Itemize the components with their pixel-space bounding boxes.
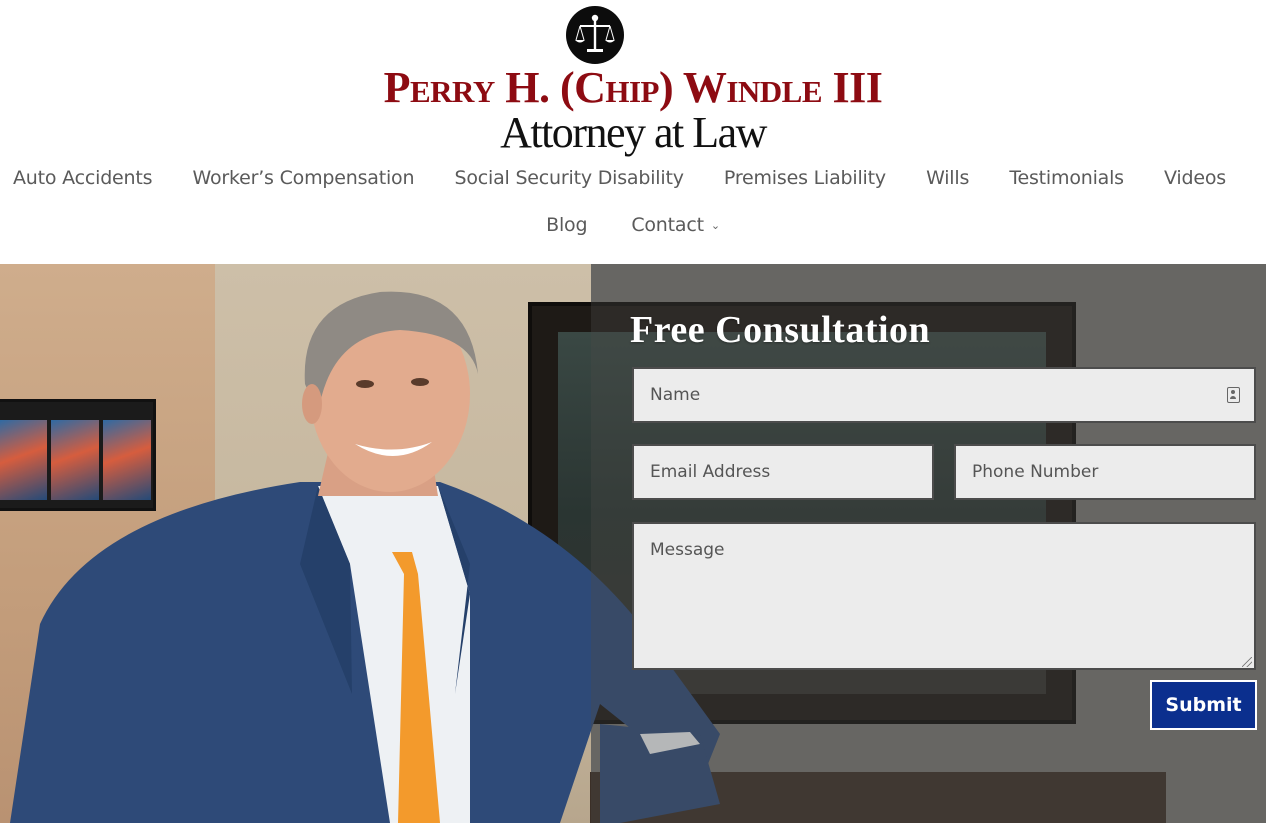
name-field[interactable] <box>632 367 1256 423</box>
nav-item-workers-compensation[interactable]: Worker’s Compensation <box>192 167 414 189</box>
nav-item-auto-accidents[interactable]: Auto Accidents <box>13 167 153 189</box>
email-field[interactable] <box>632 444 934 500</box>
nav-item-social-security-disability[interactable]: Social Security Disability <box>454 167 683 189</box>
nav-row-secondary: Blog Contact ⌄ <box>0 205 1266 245</box>
brand-name: Perry H. (Chip) Windle III <box>383 63 883 112</box>
site-header: Perry H. (Chip) Windle III Attorney at L… <box>0 0 1266 264</box>
form-title: Free Consultation <box>630 309 931 351</box>
contact-card-icon[interactable] <box>1227 387 1240 403</box>
nav-item-premises-liability[interactable]: Premises Liability <box>724 167 886 189</box>
nav-item-contact-label: Contact <box>631 214 704 236</box>
nav-item-wills[interactable]: Wills <box>926 167 969 189</box>
chevron-down-icon: ⌄ <box>710 219 720 232</box>
textarea-resize-handle[interactable] <box>1242 657 1252 667</box>
nav-item-videos[interactable]: Videos <box>1164 167 1226 189</box>
message-field[interactable] <box>632 522 1256 670</box>
phone-field[interactable] <box>954 444 1256 500</box>
scales-of-justice-icon <box>566 6 624 64</box>
nav-row-primary: Auto Accidents Worker’s Compensation Soc… <box>0 158 1266 198</box>
submit-button[interactable]: Submit <box>1150 680 1257 730</box>
nav-item-testimonials[interactable]: Testimonials <box>1009 167 1124 189</box>
nav-item-blog[interactable]: Blog <box>546 214 587 236</box>
brand-subtitle: Attorney at Law <box>500 108 767 157</box>
nav-item-contact[interactable]: Contact ⌄ <box>631 214 720 236</box>
site-logo[interactable]: Perry H. (Chip) Windle III Attorney at L… <box>0 0 1266 160</box>
